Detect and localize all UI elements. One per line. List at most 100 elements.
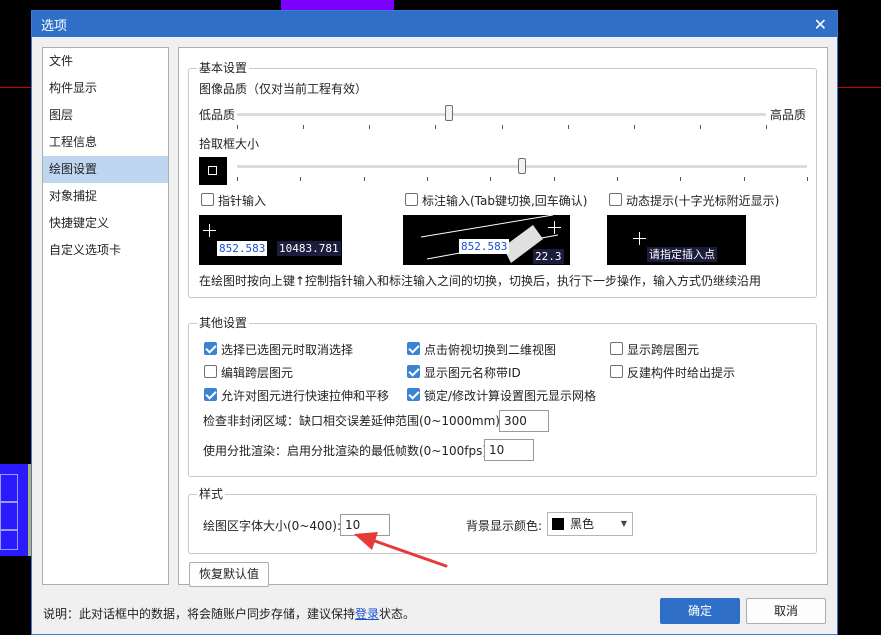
ok-button[interactable]: 确定 [660,598,740,624]
bg-color-value: 黑色 [570,517,595,531]
slider-tick [680,177,682,181]
pointer-input-label: 指针输入 [218,194,267,208]
dimension-input-checkbox[interactable] [405,193,418,206]
bg-color-label: 背景显示颜色: [466,519,543,533]
nav-item-component-display[interactable]: 构件显示 [43,75,168,102]
image-quality-slider-thumb[interactable] [444,105,453,121]
option-checkbox-top-view-2d[interactable] [407,342,420,355]
option-label-edit-cross-layer: 编辑跨层图元 [221,366,294,380]
option-label-lock-grid: 锁定/修改计算设置图元显示网格 [424,389,597,403]
canvas-purple-block [281,0,394,10]
nav-item-shortcuts[interactable]: 快捷键定义 [43,210,168,237]
gap-range-label: 检查非封闭区域：缺口相交误差延伸范围(0~1000mm): [203,414,505,428]
slider-tick [237,177,238,181]
image-quality-slider[interactable] [237,113,766,116]
batch-render-label: 使用分批渲染：启用分批渲染的最低帧数(0~100fps): [203,444,492,458]
pick-box-preview [199,157,227,185]
nav-item-custom-tab[interactable]: 自定义选项卡 [43,237,168,264]
slider-tick [766,125,767,129]
crosshair-icon [203,224,216,237]
close-icon[interactable]: ✕ [814,15,827,34]
slider-tick [435,125,437,129]
group-title-basic: 基本设置 [197,61,250,75]
dimension-input-preview: 852.583 22.3 [403,215,570,265]
pointer-input-checkbox[interactable] [201,193,214,206]
batch-render-input[interactable]: 10 [484,439,534,461]
settings-panel: 基本设置 图像品质（仅对当前工程有效） 低品质 高品质 拾取框大小 指针输入 标… [178,47,828,587]
slider-tick [617,177,618,181]
slider-tick [743,177,745,181]
chevron-down-icon: ▼ [620,519,627,528]
dynamic-tip-checkbox[interactable] [609,193,622,206]
slider-tick [363,177,365,181]
nav-item-drawing-settings[interactable]: 绘图设置 [43,156,168,183]
options-dialog: 选项 ✕ 文件 构件显示 图层 工程信息 绘图设置 对象捕捉 快捷键定义 自定义… [31,10,838,635]
preview-y-value: 10483.781 [277,241,341,256]
slider-tick [237,125,238,129]
image-quality-label: 图像品质（仅对当前工程有效） [199,82,368,96]
option-checkbox-quick-stretch[interactable] [204,388,217,401]
nav-item-layers[interactable]: 图层 [43,102,168,129]
footer-note-suffix: 状态。 [379,607,416,621]
dynamic-tip-label: 动态提示(十字光标附近显示) [626,194,780,208]
dynamic-tip-preview: 请指定插入点 [607,215,746,265]
option-checkbox-deselect[interactable] [204,342,217,355]
font-size-label: 绘图区字体大小(0~400): [203,519,342,533]
nav-item-project-info[interactable]: 工程信息 [43,129,168,156]
slider-tick [567,125,569,129]
gap-range-input[interactable]: 300 [499,410,549,432]
option-label-top-view-2d: 点击俯视切换到二维视图 [424,343,557,357]
slider-tick [300,177,302,181]
group-title-style: 样式 [197,487,226,501]
option-checkbox-reverse-build-tip[interactable] [610,365,623,378]
title-bar: 选项 ✕ [32,11,837,37]
dimension-input-label: 标注输入(Tab键切换,回车确认) [422,194,588,208]
input-mode-description: 在绘图时按向上键↑控制指针输入和标注输入之间的切换，切换后，执行下一步操作，输入… [199,274,762,288]
crosshair-icon [633,232,646,245]
slider-tick [303,125,305,129]
option-checkbox-lock-grid[interactable] [407,388,420,401]
slider-tick [807,177,808,181]
nav-item-file[interactable]: 文件 [43,48,168,75]
slider-tick [553,177,555,181]
style-group: 样式 绘图区字体大小(0~400): 10 背景显示颜色: 黑色 ▼ [188,487,817,554]
option-label-quick-stretch: 允许对图元进行快速拉伸和平移 [221,389,390,403]
footer-note: 说明：此对话框中的数据，将会随账户同步存储，建议保持登录状态。 [43,605,415,622]
dialog-title: 选项 [41,18,68,34]
preview-x-value: 852.583 [217,241,268,256]
option-label-show-name-id: 显示图元名称带ID [424,366,521,380]
option-label-reverse-build-tip: 反建构件时给出提示 [627,366,736,380]
preview-length-value: 852.583 [459,239,510,254]
preview-prompt-text: 请指定插入点 [647,247,717,262]
other-settings-group: 其他设置 选择已选图元时取消选择 点击俯视切换到二维视图 显示跨层图元 编辑跨层… [188,316,817,477]
crosshair-icon [548,221,561,234]
low-quality-label: 低品质 [199,108,236,122]
group-title-other: 其他设置 [197,316,250,330]
slider-tick [369,125,371,129]
option-checkbox-edit-cross-layer[interactable] [204,365,217,378]
pick-box-label: 拾取框大小 [199,137,260,151]
restore-defaults-button[interactable]: 恢复默认值 [189,562,269,587]
preview-angle-value: 22.3 [533,249,564,264]
option-label-deselect: 选择已选图元时取消选择 [221,343,354,357]
nav-item-object-snap[interactable]: 对象捕捉 [43,183,168,210]
option-checkbox-show-cross-layer[interactable] [610,342,623,355]
slider-tick [427,177,428,181]
slider-tick [490,177,492,181]
login-link[interactable]: 登录 [355,607,379,621]
slider-tick [633,125,635,129]
canvas-red-line [0,87,31,88]
slider-tick [699,125,701,129]
settings-nav: 文件 构件显示 图层 工程信息 绘图设置 对象捕捉 快捷键定义 自定义选项卡 [42,47,169,585]
pick-box-slider-thumb[interactable] [518,158,526,174]
color-swatch [552,518,564,530]
basic-settings-group: 基本设置 图像品质（仅对当前工程有效） 低品质 高品质 拾取框大小 指针输入 标… [188,61,817,298]
option-label-show-cross-layer: 显示跨层图元 [627,343,700,357]
cancel-button[interactable]: 取消 [746,598,826,624]
font-size-input[interactable]: 10 [340,514,390,536]
bg-color-dropdown[interactable]: 黑色 ▼ [547,512,633,536]
option-checkbox-show-name-id[interactable] [407,365,420,378]
canvas-blue-shape [0,464,28,556]
high-quality-label: 高品质 [770,108,807,122]
pointer-input-preview: 852.583 10483.781 [199,215,342,265]
